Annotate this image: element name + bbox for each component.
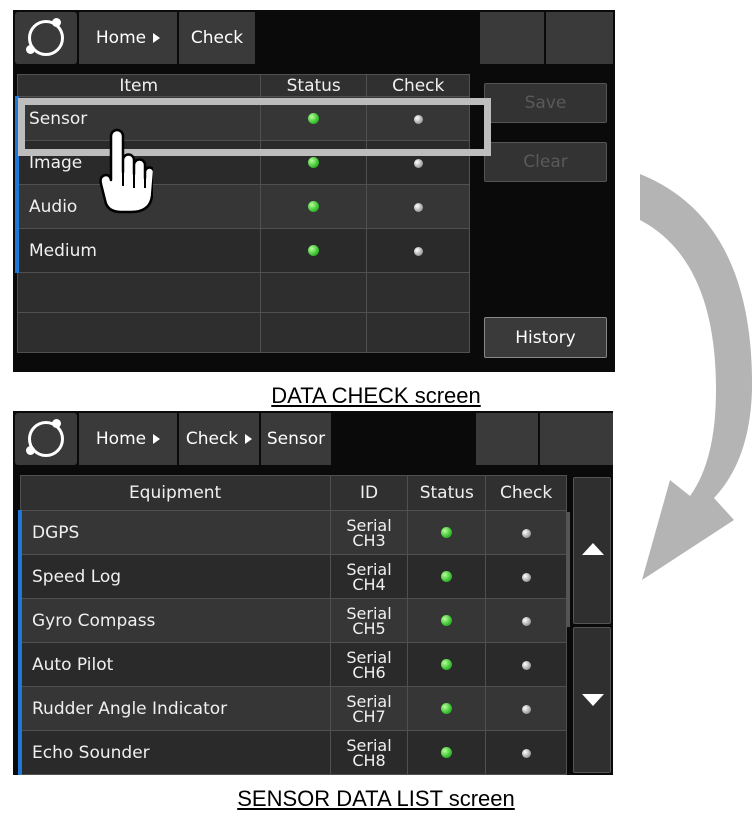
breadcrumb-label: Check	[190, 28, 244, 48]
check-indicator	[521, 749, 531, 758]
column-header-equipment: Equipment	[19, 475, 331, 511]
table-row[interactable]: Gyro Compass Serial CH5	[17, 598, 567, 643]
save-button[interactable]: Save	[484, 83, 607, 123]
breadcrumb-label: Home	[95, 429, 147, 449]
clear-button[interactable]: Clear	[484, 142, 607, 182]
header-bar: Home Check Sensor	[13, 411, 613, 467]
scrollbar-thumb[interactable]	[566, 512, 570, 627]
equipment-name: Auto Pilot	[17, 642, 331, 687]
equipment-name: Echo Sounder	[17, 730, 331, 775]
id-cell: Serial CH4	[329, 554, 409, 599]
curved-arrow-icon	[640, 174, 752, 580]
status-indicator	[441, 571, 453, 582]
breadcrumb-sensor[interactable]: Sensor	[261, 413, 331, 465]
id-cell: Serial CH8	[329, 730, 409, 775]
header-button-2[interactable]	[546, 12, 613, 64]
check-indicator	[521, 617, 531, 626]
breadcrumb-label: Check	[185, 429, 239, 449]
app-logo-icon[interactable]	[15, 413, 77, 465]
table-row[interactable]: Medium	[14, 228, 470, 273]
column-header-status: Status	[259, 74, 368, 97]
id-cell: Serial CH7	[329, 686, 409, 731]
column-header-check: Check	[366, 74, 470, 97]
table-row[interactable]: Echo Sounder Serial CH8	[17, 730, 567, 775]
history-button[interactable]: History	[484, 317, 607, 358]
table-row[interactable]: Audio	[14, 184, 470, 229]
data-check-screen: Home Check Item Status Check Sensor Imag…	[13, 10, 615, 372]
breadcrumb-check[interactable]: Check	[179, 12, 255, 64]
breadcrumb-check[interactable]: Check	[179, 413, 259, 465]
equipment-name: Gyro Compass	[17, 598, 331, 643]
check-indicator	[521, 705, 531, 714]
check-indicator	[413, 203, 423, 212]
header-button-1[interactable]	[480, 12, 544, 64]
status-indicator	[441, 659, 453, 670]
check-indicator	[521, 573, 531, 582]
app-logo-icon[interactable]	[15, 12, 77, 64]
breadcrumb-label: Home	[95, 28, 147, 48]
breadcrumb-home[interactable]: Home	[79, 413, 177, 465]
item-name: Medium	[14, 228, 261, 273]
sensor-data-list-screen: Home Check Sensor Equipment ID Status Ch…	[13, 411, 613, 775]
table-row[interactable]: Speed Log Serial CH4	[17, 554, 567, 599]
check-indicator	[413, 247, 423, 256]
status-indicator	[441, 747, 453, 758]
scroll-up-button[interactable]	[573, 477, 611, 624]
status-indicator	[441, 527, 453, 538]
id-cell: Serial CH5	[329, 598, 409, 643]
table-row	[16, 312, 470, 353]
table-row[interactable]: Rudder Angle Indicator Serial CH7	[17, 686, 567, 731]
equipment-name: Rudder Angle Indicator	[17, 686, 331, 731]
arrow-up-icon	[582, 543, 604, 555]
status-indicator	[441, 703, 453, 714]
table-row[interactable]: DGPS Serial CH3	[17, 510, 567, 555]
selection-highlight	[18, 98, 491, 156]
equipment-name: Speed Log	[17, 554, 331, 599]
breadcrumb-home[interactable]: Home	[79, 12, 177, 64]
header-button-2[interactable]	[540, 413, 613, 465]
equipment-name: DGPS	[17, 510, 331, 555]
table-row	[16, 272, 470, 313]
status-indicator	[441, 615, 453, 626]
header-bar: Home Check	[13, 10, 615, 66]
chevron-right-icon	[153, 434, 161, 444]
breadcrumb-label: Sensor	[266, 429, 326, 449]
scroll-down-button[interactable]	[573, 627, 611, 773]
pointing-hand-icon	[99, 128, 153, 214]
arrow-down-icon	[582, 694, 604, 706]
sensor-table: Equipment ID Status Check DGPS Serial CH3…	[17, 475, 567, 775]
check-indicator	[413, 159, 423, 168]
id-cell: Serial CH3	[329, 510, 409, 555]
column-header-id: ID	[329, 475, 409, 511]
chevron-right-icon	[153, 33, 161, 43]
id-cell: Serial CH6	[329, 642, 409, 687]
column-header-item: Item	[16, 74, 261, 97]
check-indicator	[521, 529, 531, 538]
table-row[interactable]: Auto Pilot Serial CH6	[17, 642, 567, 687]
check-indicator	[521, 661, 531, 670]
status-indicator	[308, 157, 320, 168]
status-indicator	[308, 245, 320, 256]
sensor-data-list-caption: SENSOR DATA LIST screen	[237, 786, 515, 811]
status-indicator	[308, 201, 320, 212]
column-header-check: Check	[485, 475, 567, 511]
column-header-status: Status	[407, 475, 487, 511]
chevron-right-icon	[245, 434, 253, 444]
header-button-1[interactable]	[476, 413, 538, 465]
